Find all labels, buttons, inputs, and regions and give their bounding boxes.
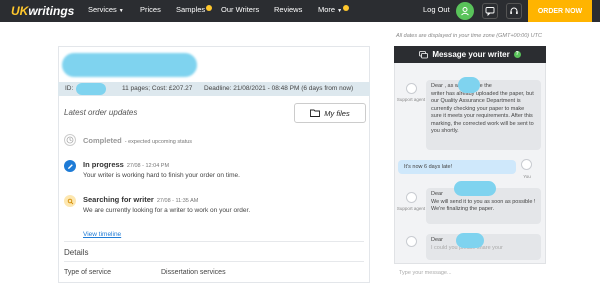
message-text-body: writer has already uploaded the paper, b… [431,90,534,135]
logo-mark: UK [11,3,29,18]
user-message-bubble: It's now 6 days late! [398,160,516,174]
message-text-body: We will send it to you as soon as possib… [431,198,536,213]
support-icon[interactable] [506,3,522,19]
clock-glyph-icon [66,136,74,144]
status-completed: Completed - expected upcoming status [83,136,192,145]
new-badge [343,5,350,11]
logo-text: writings [28,3,75,18]
nav-samples-label: Samples [176,5,206,14]
chat-glyph-icon [485,7,495,16]
order-id-label: ID: [65,85,74,92]
pencil-icon [64,160,76,172]
order-pages-cost: 11 pages; Cost: £207.27 [122,85,193,92]
headset-icon [510,7,518,14]
chat-title: Message your writer [432,50,510,59]
type-of-service-label: Type of service [64,269,112,276]
chat-input-placeholder: Type your message... [399,270,452,276]
status-searching-desc: We are currently looking for a writer to… [83,207,251,214]
nav-reviews[interactable]: Reviews [274,5,302,14]
top-navbar: UK writings Services ▼ Prices Samples Our … [0,0,600,22]
pencil-glyph-icon [67,163,73,169]
support-label: Support agent [396,97,426,102]
status-searching-title: Searching for writer [83,195,154,204]
nav-more-label: More [318,5,336,14]
nav-prices-label: Prices [140,5,161,14]
chevron-down-icon: ▼ [337,8,343,14]
nav-writers-label: Our Writers [221,5,260,14]
help-icon[interactable]: ? [513,51,521,58]
user-message-text: It's now 6 days late! [404,164,453,170]
nav-reviews-label: Reviews [274,5,303,14]
chat-bubble-icon [419,50,429,58]
message-text-body: I could you please share your [431,244,503,251]
folder-icon [310,109,321,117]
view-timeline-link[interactable]: View timeline [83,231,121,238]
status-searching: Searching for writer 27/08 - 11:35 AM [83,195,198,204]
support-label: Support agent [396,206,426,211]
redacted-name [458,77,480,93]
site-logo[interactable]: UK writings [11,3,74,18]
nav-prices[interactable]: Prices [140,5,161,14]
nav-more[interactable]: More ▼ [318,5,350,14]
order-deadline: Deadline: 21/08/2021 - 08:48 PM (6 days … [204,85,354,92]
logout-link[interactable]: Log Out [423,5,450,14]
type-of-service-value: Dissertation services [161,269,226,276]
search-glyph-icon [67,198,73,204]
new-badge [206,5,213,11]
user-glyph-icon [461,7,469,16]
timezone-note: All dates are displayed in your time zon… [396,33,542,39]
search-icon [64,195,76,207]
nav-services[interactable]: Services ▼ [88,5,124,14]
updates-title: Latest order updates [64,108,138,117]
divider [64,241,364,242]
messages-icon[interactable] [482,3,498,19]
redacted-name [454,181,496,196]
nav-samples[interactable]: Samples [176,5,213,14]
support-message-bubble: Dear , as we can see the writer has alre… [426,80,541,150]
chevron-down-icon: ▼ [118,8,124,14]
chat-header: Message your writer ? [394,46,546,63]
user-icon[interactable] [456,2,474,20]
support-avatar [406,83,417,94]
redacted-order-title [62,53,197,77]
support-avatar [406,192,417,203]
chat-message-input[interactable]: Type your message... [394,263,546,283]
my-files-button[interactable]: My files [294,103,366,123]
details-title: Details [64,248,89,257]
status-in-progress: In progress 27/08 - 12:04 PM [83,160,169,169]
redacted-name [456,233,484,248]
status-in-progress-time: 27/08 - 12:04 PM [126,163,170,169]
order-now-button[interactable]: ORDER NOW [528,0,592,22]
clock-icon [64,134,76,146]
status-in-progress-title: In progress [83,160,124,169]
status-searching-time: 27/08 - 11:35 AM [156,198,199,204]
support-avatar [406,236,417,247]
nav-services-label: Services [88,5,117,14]
user-avatar [521,159,532,170]
status-completed-title: Completed [83,136,122,145]
nav-our-writers[interactable]: Our Writers [221,5,259,14]
status-in-progress-desc: Your writer is working hard to finish yo… [83,172,240,179]
my-files-label: My files [324,108,350,118]
divider [64,261,364,262]
status-completed-note: - expected upcoming status [124,139,193,145]
you-label: You [523,174,531,179]
redacted-order-id [76,83,106,95]
message-text-line: Dear , as we can see the [431,83,492,89]
